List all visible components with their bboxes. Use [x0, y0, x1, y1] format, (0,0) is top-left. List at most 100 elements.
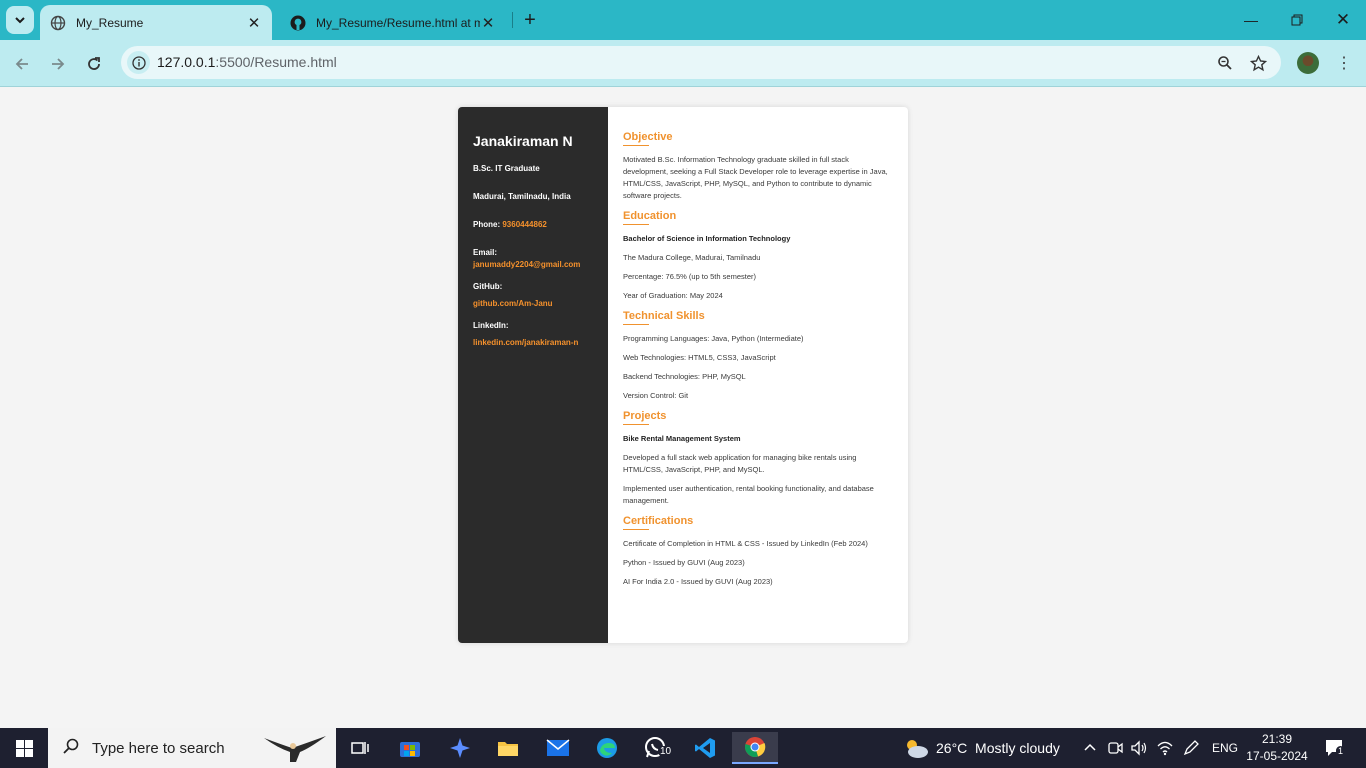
clock-date: 17-05-2024	[1246, 749, 1308, 763]
weather-widget[interactable]: 26°C Mostly cloudy	[902, 728, 1060, 768]
file-explorer-button[interactable]	[488, 732, 528, 764]
site-info-icon[interactable]	[127, 51, 150, 74]
zoom-icon[interactable]	[1214, 52, 1236, 74]
pen-icon[interactable]	[1182, 728, 1200, 768]
microsoft-store-button[interactable]	[390, 732, 430, 764]
close-window-button[interactable]: ✕	[1320, 0, 1366, 40]
tab-strip: My_Resume ✕ My_Resume/Resume.html at mai…	[0, 0, 1366, 40]
education-degree: Bachelor of Science in Information Techn…	[623, 234, 791, 243]
reload-icon	[88, 57, 100, 70]
tab-github[interactable]: My_Resume/Resume.html at main ✕	[280, 5, 506, 40]
project-item: Developed a full stack web application f…	[623, 453, 857, 474]
resume-github: GitHub: github.com/Am-Janu	[473, 281, 608, 310]
chrome-button[interactable]	[732, 732, 778, 764]
certification-item: Python - Issued by GUVI (Aug 2023)	[623, 558, 745, 567]
reload-button[interactable]	[80, 50, 108, 78]
section-heading: Certifications	[623, 515, 894, 530]
url-path: :5500/Resume.html	[215, 54, 337, 70]
search-highlight-bird-icon	[264, 736, 326, 762]
tab-title: My_Resume	[76, 15, 144, 30]
resume-linkedin: LinkedIn: linkedin.com/janakiraman-n	[473, 320, 608, 349]
education-year: Year of Graduation: May 2024	[623, 291, 723, 300]
section-objective: Objective Motivated B.Sc. Information Te…	[623, 131, 894, 202]
forward-button[interactable]	[44, 50, 72, 78]
section-projects: Projects Bike Rental Management System D…	[623, 410, 894, 507]
section-skills: Technical Skills Programming Languages: …	[623, 310, 894, 402]
minimize-button[interactable]: —	[1228, 0, 1274, 40]
certification-item: AI For India 2.0 - Issued by GUVI (Aug 2…	[623, 577, 773, 586]
resume-name: Janakiraman N	[473, 133, 573, 149]
email-link[interactable]: janumaddy2204@gmail.com	[473, 259, 608, 271]
linkedin-link[interactable]: linkedin.com/janakiraman-n	[473, 337, 608, 349]
phone-label: Phone:	[473, 220, 501, 229]
tab-title: My_Resume/Resume.html at main	[316, 15, 480, 30]
tab-separator	[512, 12, 513, 28]
bookmark-star-icon[interactable]	[1247, 52, 1269, 74]
volume-icon[interactable]	[1130, 728, 1148, 768]
skill-item: Backend Technologies: PHP, MySQL	[623, 372, 746, 381]
weather-text: 26°C Mostly cloudy	[936, 740, 1060, 756]
store-icon	[400, 742, 420, 757]
browser-toolbar: 127.0.0.1:5500/Resume.html ⋮	[0, 40, 1366, 87]
restore-button[interactable]	[1274, 0, 1320, 40]
arrow-left-icon	[15, 58, 28, 70]
arrow-right-icon	[52, 58, 65, 70]
taskbar-search[interactable]: Type here to search	[48, 728, 336, 768]
back-button[interactable]	[8, 50, 36, 78]
notification-count: 1	[1336, 746, 1346, 756]
profile-avatar[interactable]	[1297, 52, 1319, 74]
folder-icon	[498, 742, 518, 756]
tray-overflow-button[interactable]	[1083, 728, 1097, 768]
resume-location: Madurai, Tamilnadu, India	[473, 192, 571, 201]
resume-phone: Phone: 9360444862	[473, 219, 608, 230]
copilot-button[interactable]	[440, 732, 480, 764]
taskbar: Type here to search 10 26°C Mostly cloud…	[0, 728, 1366, 768]
skill-item: Web Technologies: HTML5, CSS3, JavaScrip…	[623, 353, 776, 362]
new-tab-button[interactable]: +	[518, 8, 542, 32]
phone-value: 9360444862	[502, 220, 547, 229]
task-view-button[interactable]	[340, 732, 380, 764]
notification-button[interactable]: 1	[1324, 728, 1346, 768]
certification-item: Certificate of Completion in HTML & CSS …	[623, 539, 868, 548]
whatsapp-button[interactable]: 10	[636, 732, 676, 764]
meet-now-icon[interactable]	[1107, 728, 1123, 768]
github-link[interactable]: github.com/Am-Janu	[473, 298, 608, 310]
clock[interactable]: 21:39 17-05-2024	[1246, 731, 1308, 765]
resume-card: Janakiraman N B.Sc. IT Graduate Madurai,…	[458, 107, 908, 643]
resume-main: Objective Motivated B.Sc. Information Te…	[608, 107, 908, 643]
close-icon[interactable]: ✕	[480, 15, 496, 32]
tab-search-button[interactable]	[6, 6, 34, 34]
vscode-button[interactable]	[685, 732, 725, 764]
menu-kebab-icon[interactable]: ⋮	[1334, 50, 1354, 76]
edge-icon	[597, 738, 617, 758]
project-item: Implemented user authentication, rental …	[623, 484, 874, 505]
page-viewport: Janakiraman N B.Sc. IT Graduate Madurai,…	[0, 88, 1366, 728]
edge-button[interactable]	[587, 732, 627, 764]
start-button[interactable]	[0, 728, 48, 768]
education-college: The Madura College, Madurai, Tamilnadu	[623, 253, 761, 262]
section-heading: Education	[623, 210, 894, 225]
mail-button[interactable]	[538, 732, 578, 764]
clock-time: 21:39	[1261, 732, 1293, 746]
section-certifications: Certifications Certificate of Completion…	[623, 515, 894, 588]
email-label: Email:	[473, 248, 498, 257]
url-host: 127.0.0.1	[157, 54, 216, 70]
section-heading: Projects	[623, 410, 894, 425]
resume-degree: B.Sc. IT Graduate	[473, 164, 540, 173]
section-heading: Objective	[623, 131, 894, 146]
language-indicator[interactable]: ENG	[1212, 728, 1238, 768]
education-percentage: Percentage: 76.5% (up to 5th semester)	[623, 272, 756, 281]
skill-item: Version Control: Git	[623, 391, 689, 400]
section-education: Education Bachelor of Science in Informa…	[623, 210, 894, 302]
chevron-down-icon	[15, 17, 25, 24]
cloudy-weather-icon	[907, 740, 928, 758]
close-icon[interactable]: ✕	[246, 15, 262, 32]
globe-icon	[50, 15, 66, 31]
resume-email: Email: janumaddy2204@gmail.com	[473, 247, 608, 271]
address-bar[interactable]: 127.0.0.1:5500/Resume.html	[121, 46, 1281, 79]
url-text[interactable]: 127.0.0.1:5500/Resume.html	[157, 54, 337, 70]
wifi-icon[interactable]	[1156, 728, 1174, 768]
tab-my-resume[interactable]: My_Resume ✕	[40, 5, 272, 40]
whatsapp-badge: 10	[658, 746, 674, 757]
section-heading: Technical Skills	[623, 310, 894, 325]
